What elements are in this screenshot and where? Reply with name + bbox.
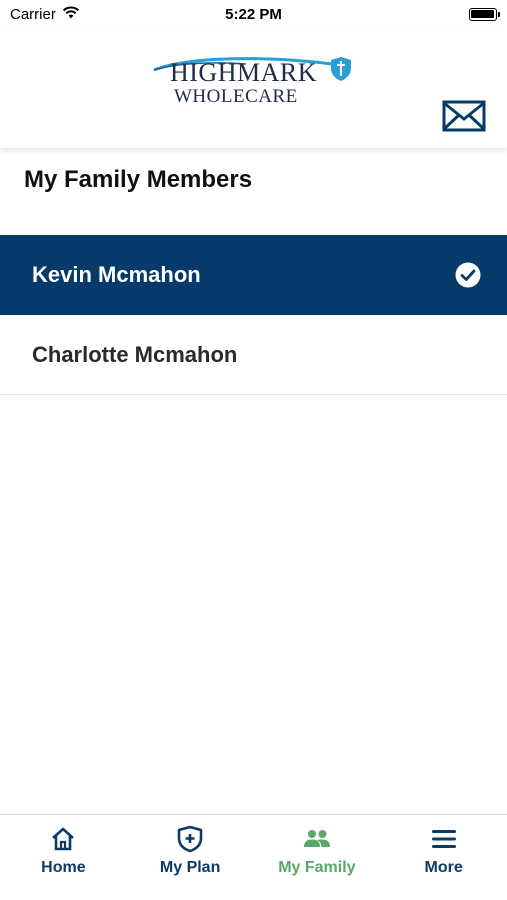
blue-shield-icon <box>331 57 351 81</box>
envelope-icon <box>442 100 486 132</box>
family-member-name: Charlotte Mcmahon <box>32 341 238 367</box>
home-icon <box>50 825 76 853</box>
shield-plus-icon <box>177 825 203 853</box>
family-member-row[interactable]: Charlotte Mcmahon <box>0 315 507 395</box>
check-circle-icon <box>455 262 481 287</box>
tab-my-plan-label: My Plan <box>159 859 221 876</box>
battery-icon <box>468 7 500 21</box>
tab-my-family-label: My Family <box>278 859 356 876</box>
tab-home[interactable]: Home <box>0 815 127 900</box>
status-bar: Carrier 5:22 PM <box>0 0 507 28</box>
tab-home-label: Home <box>41 859 86 876</box>
family-member-name: Kevin Mcmahon <box>32 261 201 287</box>
carrier-label: Carrier <box>10 5 56 23</box>
status-left: Carrier <box>10 6 160 23</box>
status-time: 5:22 PM <box>225 5 282 23</box>
tab-more-label: More <box>424 859 463 876</box>
wifi-icon <box>62 5 80 23</box>
logo-line2: WHOLECARE <box>174 86 298 107</box>
app-header: HIGHMARK WHOLECARE <box>0 28 507 148</box>
family-member-list: Kevin Mcmahon Charlotte Mcmahon <box>0 235 507 395</box>
menu-icon <box>431 825 457 853</box>
logo-line1: HIGHMARK <box>170 58 317 87</box>
tab-my-family[interactable]: My Family <box>254 815 381 900</box>
family-member-row[interactable]: Kevin Mcmahon <box>0 235 507 315</box>
bottom-tab-bar: Home My Plan My Family More <box>0 814 507 900</box>
status-right <box>347 7 500 21</box>
tab-my-plan[interactable]: My Plan <box>127 815 254 900</box>
highmark-wholecare-logo: HIGHMARK WHOLECARE <box>150 54 360 116</box>
people-icon <box>303 825 331 853</box>
tab-more[interactable]: More <box>380 815 507 900</box>
page-title: My Family Members <box>24 166 253 193</box>
messages-button[interactable] <box>442 100 486 132</box>
